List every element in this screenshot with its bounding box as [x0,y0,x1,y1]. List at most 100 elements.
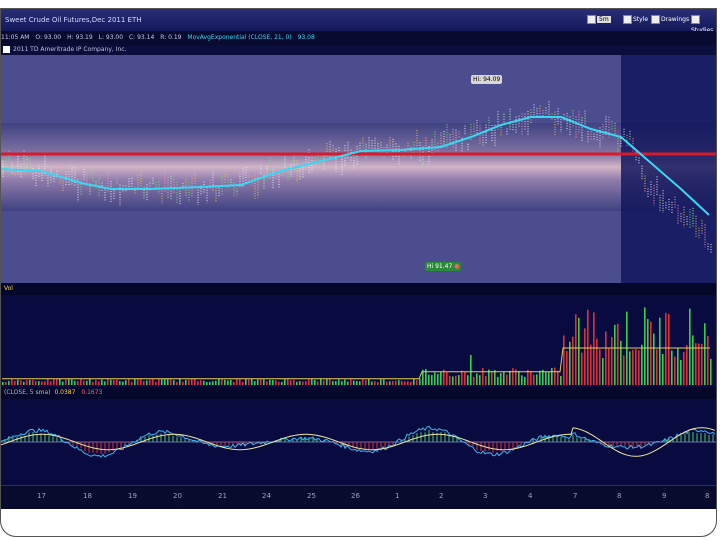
volume-chart[interactable] [1,295,716,387]
volume-bar [698,343,700,385]
volume-bar [236,378,238,385]
volume-bar [14,380,16,385]
volume-bar [131,381,133,385]
volume-bar [449,375,451,385]
volume-bar [491,371,493,385]
volume-bar [281,381,283,385]
volume-bar [473,376,475,385]
symbol-checkbox[interactable] [3,46,10,53]
volume-bar [80,378,82,385]
volume-bar [350,379,352,385]
volume-bar [239,379,241,385]
volume-bar [230,379,232,385]
volume-bar [332,381,334,385]
last-price-bubble[interactable]: Hi 91.47 ● [425,262,462,271]
volume-bar [434,372,436,385]
volume-bar [623,355,625,385]
volume-bar [335,381,337,385]
volume-bar [287,379,289,385]
volume-bar [260,378,262,385]
volume-bar [122,381,124,385]
studies-button[interactable]: Studies [691,14,716,34]
volume-bar [143,381,145,385]
title-bar: Sweet Crude Oil Futures,Dec 2011 ETH 5m … [1,9,716,34]
volume-bar [497,376,499,385]
volume-bar [77,381,79,385]
volume-bar [116,379,118,385]
time-frame-button[interactable]: 5m [587,14,611,25]
volume-bar [500,373,502,385]
volume-bar [419,378,421,385]
volume-bar [389,381,391,385]
volume-bar [170,379,172,385]
volume-bar [482,368,484,385]
volume-bar [41,381,43,385]
volume-bar [206,381,208,385]
volume-bar [68,378,70,385]
volume-label: Vol [4,285,13,292]
time-axis-tick: 25 [307,492,316,500]
volume-bar [656,349,658,385]
style-button[interactable]: Style [623,14,648,25]
oscillator-panel[interactable] [1,399,716,485]
volume-bar [104,381,106,385]
copyright-text: 2011 TD Ameritrade IP Company, Inc. [1,45,126,55]
volume-bar [470,355,472,385]
volume-panel[interactable] [1,295,716,387]
drawings-button[interactable]: Drawings [651,14,689,25]
volume-bar [248,379,250,385]
volume-bar [215,380,217,385]
volume-bar [257,379,259,385]
volume-bar [578,317,580,385]
volume-bar [566,350,568,385]
time-axis-tick: 2 [439,492,444,500]
quote-open: O: 93.00 [35,34,62,41]
volume-bar [554,367,556,385]
quote-range: R: 0.19 [160,34,182,41]
quote-study-value: 93.08 [297,34,315,41]
volume-bar [209,381,211,385]
value-area-band [1,123,716,211]
volume-bar [395,380,397,385]
time-axis-tick: 19 [128,492,137,500]
volume-bar [74,380,76,385]
volume-bar [374,381,376,385]
volume-bar [221,378,223,385]
volume-bar [272,380,274,385]
oscillator-chart[interactable] [1,399,716,485]
oscillator-value-1: 0.0387 [54,389,76,396]
volume-bar [197,381,199,385]
volume-bar [632,349,634,385]
volume-bar [572,336,574,385]
volume-bar [275,380,277,385]
volume-bar [17,379,19,385]
volume-bar [677,347,679,385]
volume-bar [560,375,562,385]
volume-bar [707,335,709,385]
volume-bar [326,378,328,385]
volume-bar [137,379,139,385]
volume-bar [638,350,640,385]
volume-bar [533,374,535,385]
volume-bar [323,380,325,385]
volume-bar [203,380,205,385]
quote-study[interactable]: MovAvgExponential (CLOSE, 21, 0) [187,34,291,41]
price-chart[interactable] [1,55,716,283]
volume-bar [629,351,631,385]
volume-bar [410,381,412,385]
volume-bar [545,371,547,385]
volume-bar [284,379,286,385]
volume-bar [98,381,100,385]
price-panel[interactable]: Hi: 94.09 Hi 91.47 ● [1,55,716,283]
volume-bar [467,375,469,385]
volume-bar [164,378,166,385]
volume-bar [461,370,463,385]
volume-bar [188,379,190,385]
time-axis-tick: 9 [662,492,667,500]
volume-bar [173,380,175,385]
volume-bar [50,381,52,385]
volume-bar [518,370,520,385]
volume-bar [455,375,457,385]
volume-bar [359,381,361,385]
volume-bar [8,380,10,385]
